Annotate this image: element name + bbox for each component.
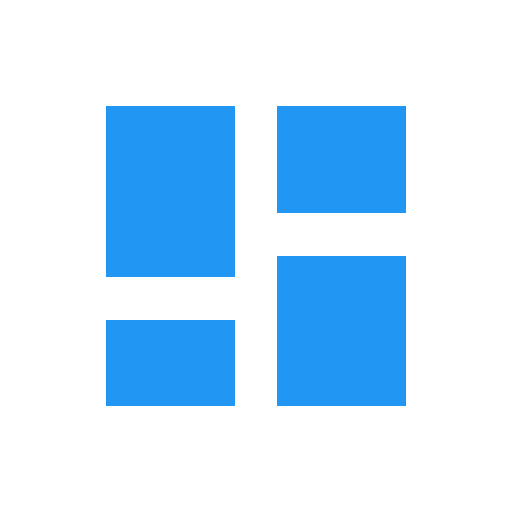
tile-top-left: [106, 106, 235, 277]
tile-bottom-left: [106, 320, 235, 406]
tile-bottom-right: [277, 256, 406, 406]
dashboard-layout-icon: [0, 0, 512, 512]
tile-top-right: [277, 106, 406, 213]
icon-canvas: [0, 0, 512, 512]
